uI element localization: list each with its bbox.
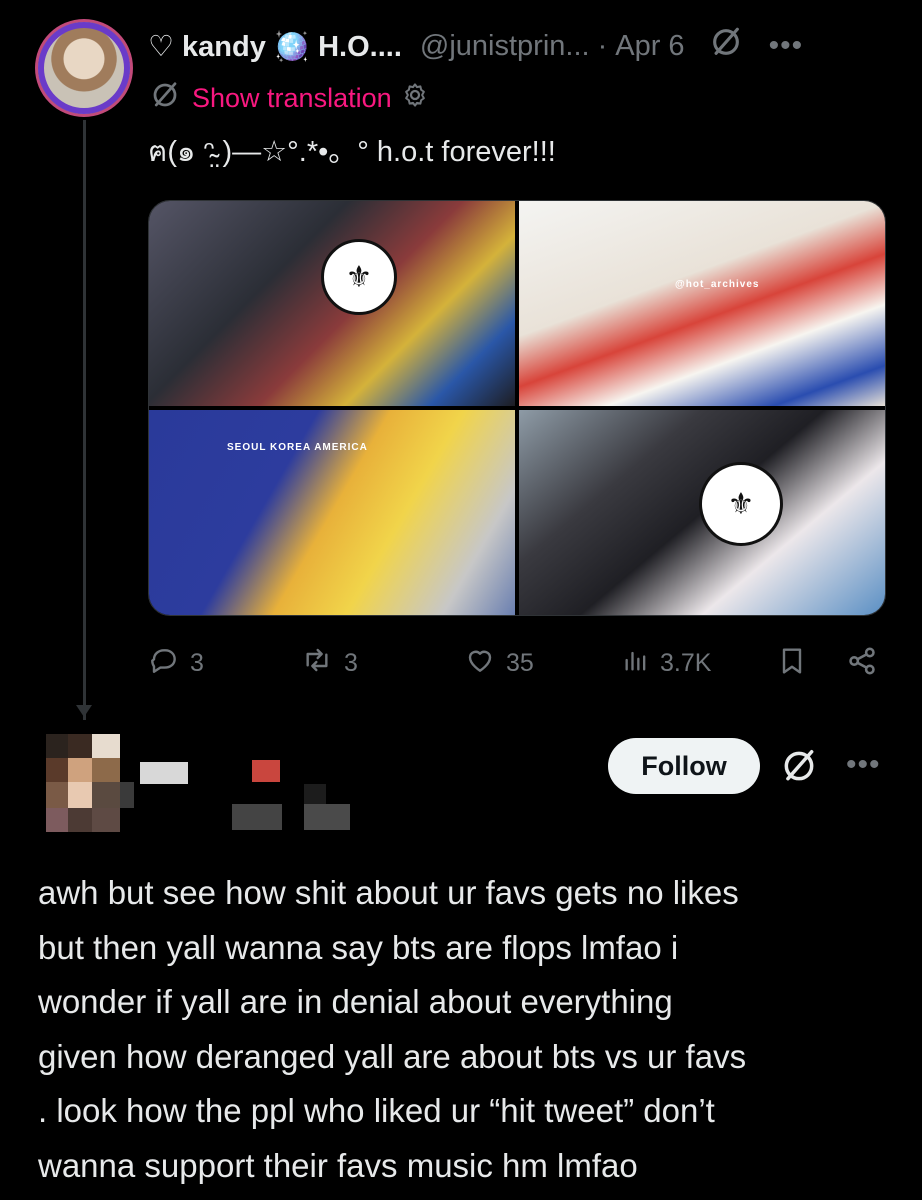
reply-action[interactable]: 3 — [148, 644, 204, 683]
share-icon — [844, 644, 880, 685]
reply-tweet-text: awh but see how shit about ur favs gets … — [38, 866, 898, 1193]
show-translation-row[interactable]: Show translation — [150, 80, 430, 117]
media-photo-3[interactable]: SEOUL KOREA AMERICA — [149, 410, 515, 615]
repost-action[interactable]: 3 — [300, 644, 358, 683]
reply-text-line: wonder if yall are in denial about every… — [38, 983, 673, 1020]
pixelated-display-name — [140, 762, 188, 784]
translation-slash-icon — [150, 80, 180, 117]
thread-connector-line — [83, 120, 86, 720]
like-count: 35 — [506, 649, 534, 677]
tweet-text: ฅ(๑ ᵔ̴̤ )—☆°.*•。° h.o.t forever!!! — [148, 136, 556, 168]
reply-count: 3 — [190, 649, 204, 677]
pixelated-name-emoji — [252, 760, 280, 782]
bookmark-icon — [776, 644, 808, 685]
share-action[interactable] — [844, 644, 880, 685]
reply-text-line: . look how the ppl who liked ur “hit twe… — [38, 1092, 715, 1129]
header-separator: · — [597, 29, 608, 62]
circle-slash-icon[interactable] — [780, 747, 818, 790]
thread-connector-arrow — [76, 705, 92, 717]
author-avatar[interactable] — [38, 22, 130, 114]
views-count: 3.7K — [660, 649, 712, 677]
media-photo-2[interactable]: @hot_archives — [519, 201, 885, 406]
photo-watermark: SEOUL KOREA AMERICA — [227, 442, 368, 453]
reply-text-line: given how deranged yall are about bts vs… — [38, 1037, 747, 1075]
show-translation-link[interactable]: Show translation — [192, 83, 392, 114]
blur-logo-icon: ⚜ — [321, 239, 397, 315]
more-icon[interactable]: ••• — [846, 748, 881, 782]
heart-icon — [464, 644, 496, 683]
blur-logo-icon: ⚜ — [699, 462, 783, 546]
circle-slash-icon[interactable] — [709, 25, 743, 67]
views-icon — [622, 644, 650, 683]
follow-button[interactable]: Follow — [608, 738, 760, 794]
like-action[interactable]: 35 — [464, 644, 534, 683]
reply-text-line: wanna support their favs music hm lmfao — [38, 1146, 638, 1184]
media-photo-1[interactable]: ⚜ — [149, 201, 515, 406]
reply-text-line: but then yall wanna say bts are flops lm… — [38, 928, 679, 966]
gear-icon[interactable] — [400, 80, 430, 117]
views-action[interactable]: 3.7K — [622, 644, 711, 683]
tweet-header: ♡ kandy 🪩 H.O.... @junistprin... · Apr 6… — [148, 26, 803, 66]
media-grid[interactable]: ⚜ @hot_archives SEOUL KOREA AMERICA ⚜ — [148, 200, 886, 616]
pixelated-avatar — [46, 734, 134, 832]
author-display-name[interactable]: ♡ kandy 🪩 H.O.... — [148, 29, 402, 64]
tweet-action-bar: 3 3 35 3.7K — [148, 644, 884, 688]
more-icon[interactable]: ••• — [769, 29, 804, 63]
pixelated-handle — [232, 784, 350, 830]
repost-count: 3 — [344, 649, 358, 677]
bookmark-action[interactable] — [776, 644, 808, 685]
photo-watermark: @hot_archives — [675, 279, 760, 290]
author-handle[interactable]: @junistprin... — [420, 30, 590, 63]
tweet-date[interactable]: Apr 6 — [615, 30, 684, 63]
media-photo-4[interactable]: ⚜ — [519, 410, 885, 615]
reply-text-line: awh but see how shit about ur favs gets … — [38, 874, 739, 911]
repost-icon — [300, 644, 334, 683]
reply-icon — [148, 644, 180, 683]
